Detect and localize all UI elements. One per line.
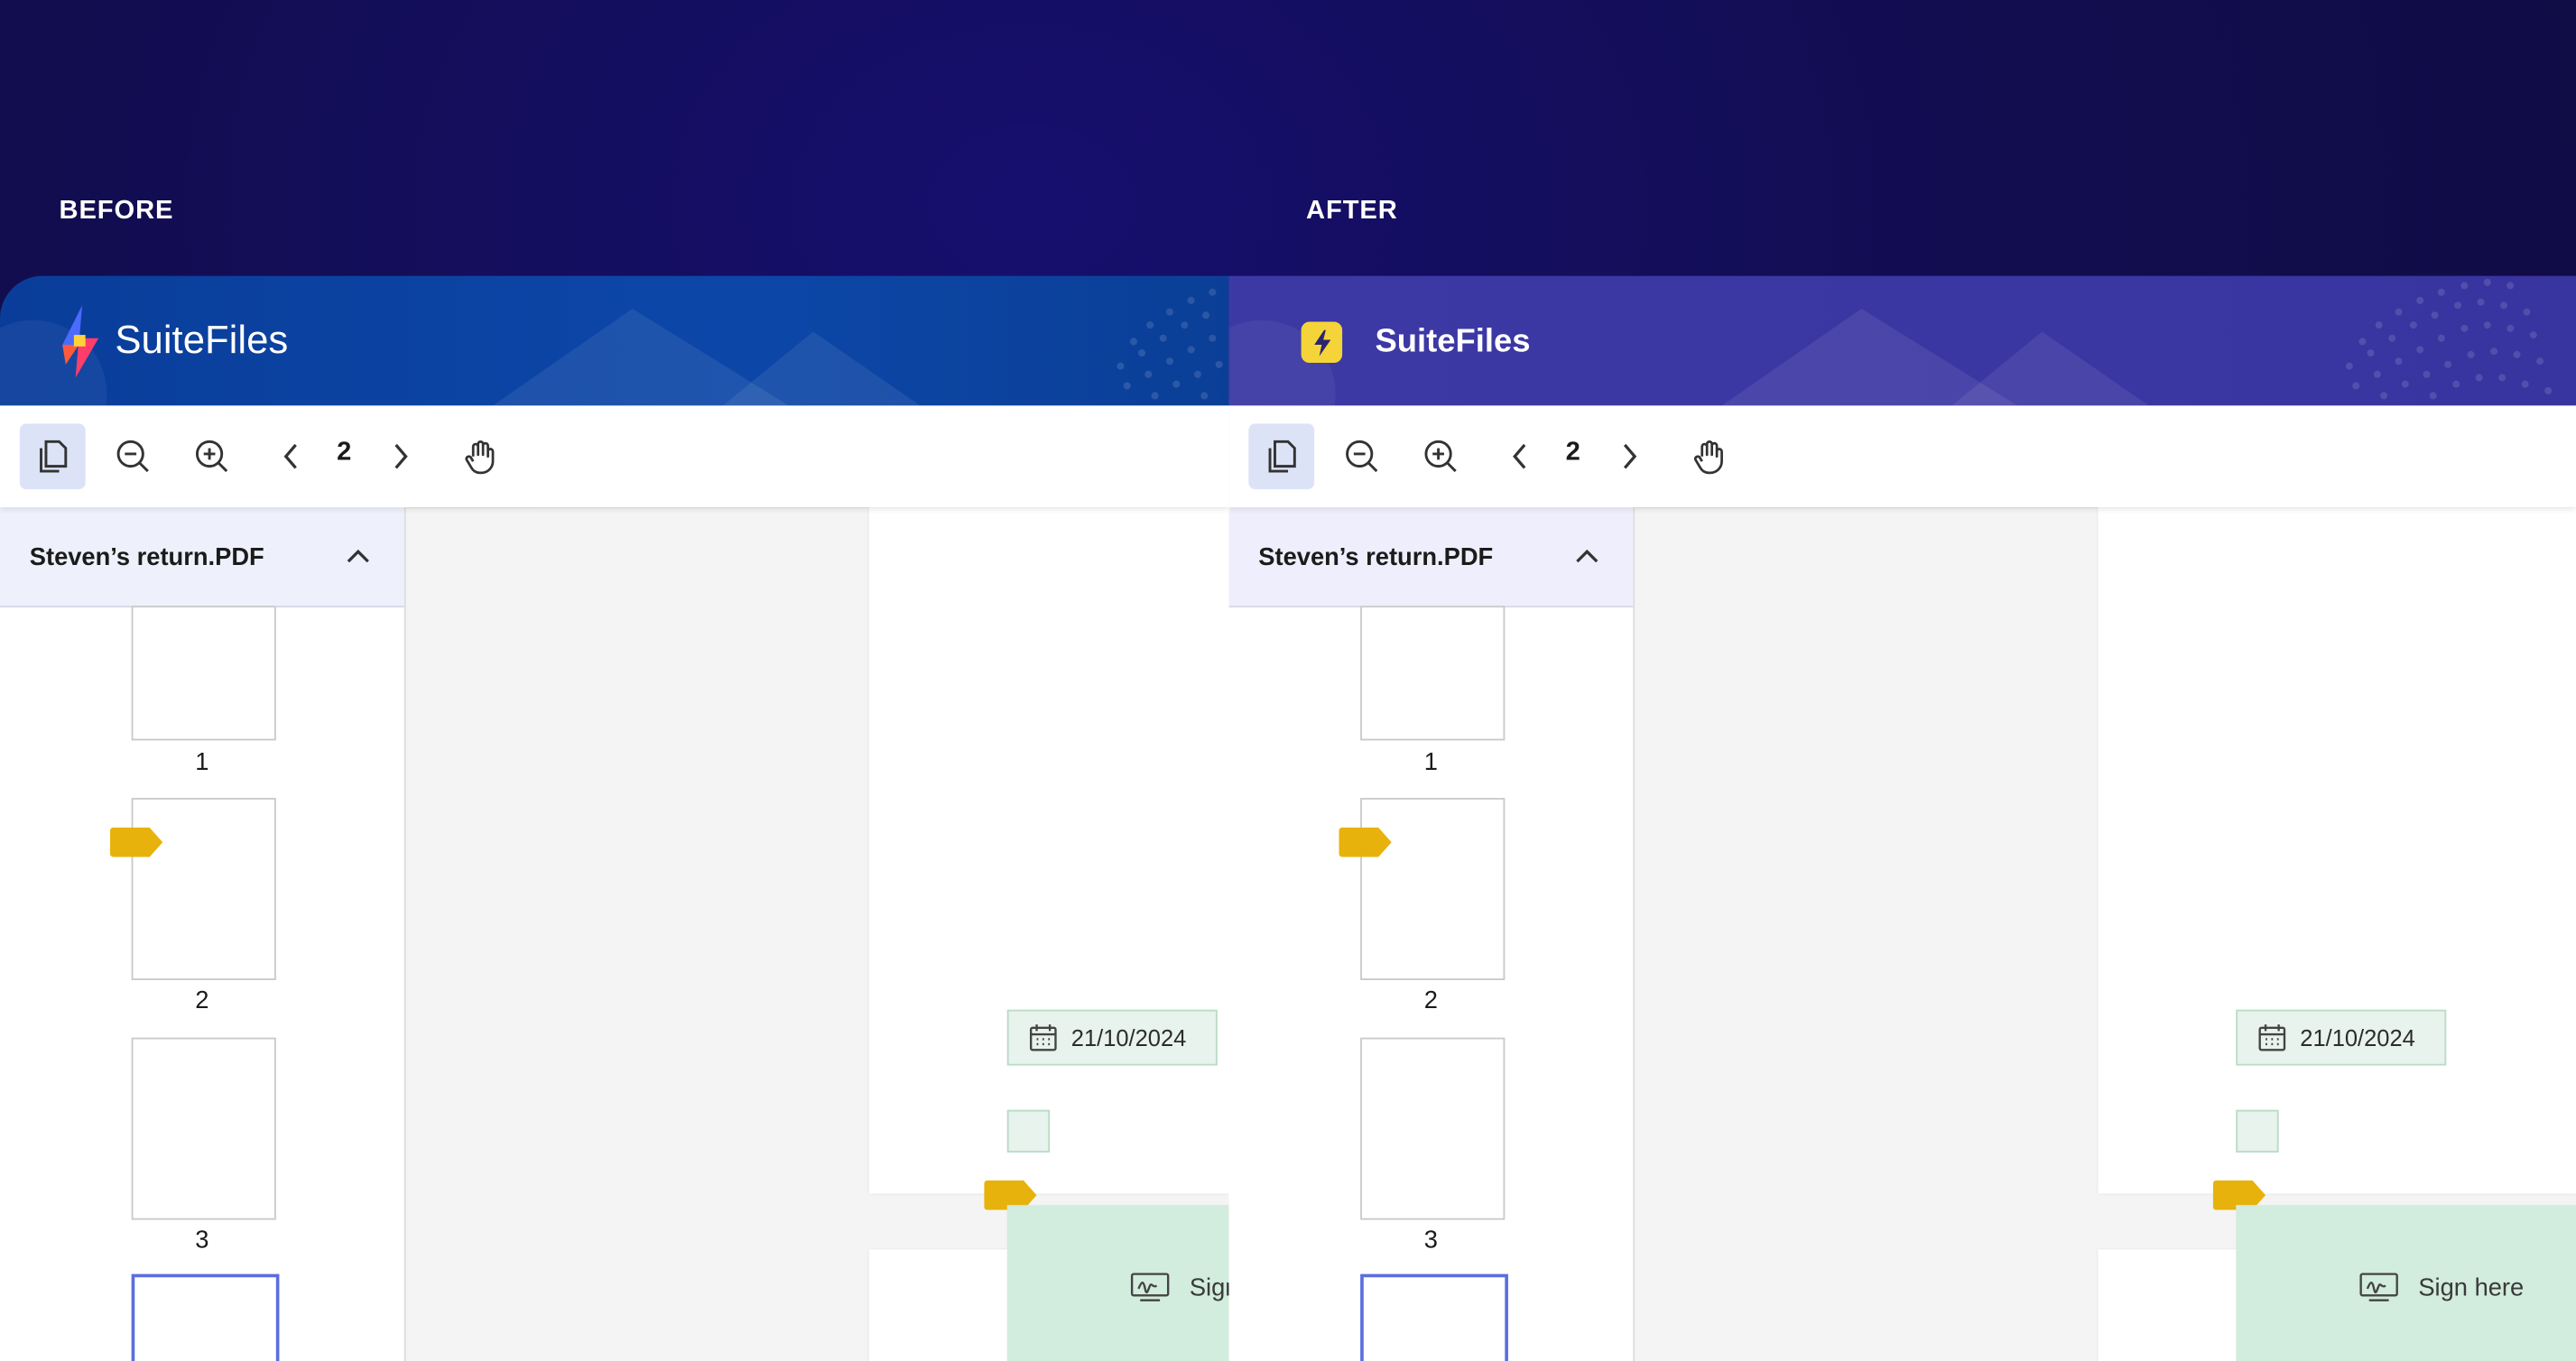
document-text-fragment: __ _ ______ ___ ___, ___ _____ _ <box>2214 770 2548 783</box>
thumbnail-number: 2 <box>1423 986 1438 1015</box>
thumbnail-number: 1 <box>195 748 209 777</box>
viewer-toolbar: 2 <box>1228 405 2576 508</box>
calendar-icon <box>1029 1024 1057 1051</box>
page-thumbnail-2[interactable] <box>1360 798 1506 981</box>
chevron-left-icon <box>1513 443 1526 469</box>
app-header: SuiteFiles <box>1228 275 2576 406</box>
pages-icon <box>1268 440 1296 473</box>
date-value: 21/10/2024 <box>2300 1024 2415 1051</box>
thumbnails-toggle-button[interactable] <box>19 423 86 490</box>
brand-name: SuiteFiles <box>1375 323 1531 360</box>
page-thumbnail-1[interactable] <box>1360 606 1506 741</box>
after-label: AFTER <box>1306 197 1398 226</box>
checkbox-field[interactable] <box>2236 1109 2279 1153</box>
previous-page-button[interactable] <box>1487 423 1552 489</box>
page-thumbnail-4[interactable] <box>131 1273 280 1361</box>
date-value: 21/10/2024 <box>1070 1024 1187 1051</box>
chevron-right-icon <box>1623 443 1637 469</box>
document-page-2 <box>2098 507 2576 1194</box>
zoom-out-button[interactable] <box>1330 423 1395 489</box>
chevron-right-icon <box>394 443 408 469</box>
bolt-logo-icon <box>1301 321 1343 364</box>
signature-icon <box>1130 1273 1170 1301</box>
thumbnail-number: 2 <box>195 986 209 1015</box>
page-number-field[interactable]: 2 <box>1566 439 1580 468</box>
zoom-out-icon <box>116 440 149 473</box>
zoom-in-button[interactable] <box>1408 423 1474 489</box>
chevron-left-icon <box>283 443 297 469</box>
before-panel: SuiteFiles 2 __ _ ______ ___ ___, __ 21/… <box>0 275 1229 1361</box>
next-page-button[interactable] <box>368 423 434 489</box>
tag-marker-icon <box>1339 827 1392 857</box>
next-page-button[interactable] <box>1597 423 1663 489</box>
zoom-out-icon <box>1346 440 1378 473</box>
sign-label: Sign here <box>2418 1273 2525 1301</box>
zoom-in-icon <box>195 440 228 473</box>
zoom-out-button[interactable] <box>100 423 166 489</box>
checkbox-field[interactable] <box>1006 1109 1051 1153</box>
file-name: Steven’s return.PDF <box>29 543 264 572</box>
hand-pan-icon <box>1693 440 1723 475</box>
page-number-field[interactable]: 2 <box>337 439 351 468</box>
thumbnail-number: 3 <box>195 1226 209 1255</box>
app-header: SuiteFiles <box>0 275 1229 406</box>
document-page-2 <box>868 507 1229 1194</box>
page-thumbnail-4[interactable] <box>1360 1273 1508 1361</box>
document-text-fragment: __ _ ______ ___ ___, ___ _____ <box>986 770 1228 783</box>
zoom-in-icon <box>1424 440 1457 473</box>
date-field[interactable]: 21/10/2024 <box>2236 1009 2447 1066</box>
file-name: Steven’s return.PDF <box>1258 543 1494 572</box>
page-thumbnail-1[interactable] <box>131 606 276 741</box>
file-header[interactable]: Steven’s return.PDF <box>0 507 404 608</box>
tag-marker-icon <box>109 827 163 857</box>
page-thumbnails-sidebar: Steven’s return.PDF 1 2 3 <box>1228 507 1635 1361</box>
document-area: __ _ ______ ___ ___, ___ _____ 21/10/202… <box>0 507 1229 1361</box>
pan-tool-button[interactable] <box>1676 423 1742 489</box>
suitefiles-logo[interactable]: SuiteFiles <box>60 305 289 378</box>
previous-page-button[interactable] <box>258 423 324 489</box>
hand-pan-icon <box>465 440 495 475</box>
date-field[interactable]: 21/10/2024 <box>1006 1009 1218 1066</box>
chevron-up-icon[interactable] <box>345 547 371 567</box>
page-thumbnail-2[interactable] <box>131 798 276 981</box>
thumbnail-number: 1 <box>1423 748 1438 777</box>
viewer-toolbar: 2 <box>0 405 1229 508</box>
file-header[interactable]: Steven’s return.PDF <box>1228 507 1634 608</box>
chevron-up-icon[interactable] <box>1574 547 1600 567</box>
zoom-in-button[interactable] <box>179 423 245 489</box>
sign-label: Sign here <box>1189 1273 1229 1301</box>
signature-field[interactable]: Sign here <box>2236 1205 2576 1361</box>
bolt-logo-icon <box>62 305 99 378</box>
thumbnail-number: 3 <box>1423 1226 1438 1255</box>
signature-icon <box>2359 1273 2398 1301</box>
pages-icon <box>40 440 68 473</box>
calendar-icon <box>2258 1024 2286 1051</box>
signature-field[interactable]: Sign here <box>1006 1205 1229 1361</box>
thumbnails-toggle-button[interactable] <box>1248 423 1315 490</box>
page-thumbnails-sidebar: Steven’s return.PDF 1 2 3 <box>0 507 406 1361</box>
before-label: BEFORE <box>59 197 174 226</box>
document-area: __ _ ______ ___ ___, ___ _____ _ 21/10/2… <box>1228 507 2576 1361</box>
brand-name: SuiteFiles <box>115 318 289 364</box>
pan-tool-button[interactable] <box>447 423 513 489</box>
page-thumbnail-3[interactable] <box>131 1037 276 1220</box>
suitefiles-logo[interactable]: SuiteFiles <box>1301 321 1531 364</box>
page-thumbnail-3[interactable] <box>1360 1037 1506 1220</box>
after-panel: SuiteFiles 2 __ _ ______ ___ ___, ___ __… <box>1228 275 2576 1361</box>
